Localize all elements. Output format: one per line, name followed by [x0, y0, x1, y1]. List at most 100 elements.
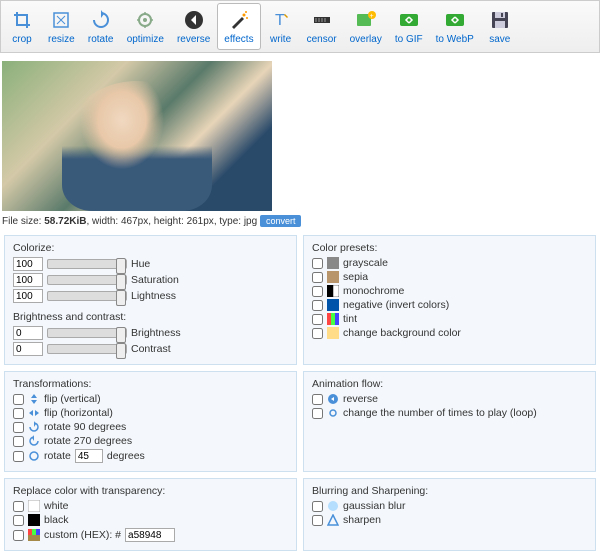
save-tool[interactable]: save — [481, 3, 519, 50]
animloop-check[interactable] — [312, 408, 323, 419]
saturation-input[interactable] — [13, 273, 43, 287]
monochrome-label: monochrome — [343, 285, 404, 297]
lightness-slider[interactable] — [47, 291, 127, 301]
resize-label: resize — [48, 34, 75, 45]
anim-panel: Animation flow: reverse change the numbe… — [303, 371, 596, 472]
transform-panel: Transformations: flip (vertical) flip (h… — [4, 371, 297, 472]
animreverse-icon — [327, 393, 339, 405]
animreverse-label: reverse — [343, 393, 378, 405]
rotate-label: rotate — [88, 34, 114, 45]
contrast-slider[interactable] — [47, 344, 127, 354]
blur-title: Blurring and Sharpening: — [312, 485, 587, 497]
rotcustom-label: rotate — [44, 450, 71, 462]
sharpen-check[interactable] — [312, 515, 323, 526]
grayscale-check[interactable] — [312, 258, 323, 269]
svg-text:T: T — [275, 12, 285, 29]
optimize-label: optimize — [127, 34, 164, 45]
blur-panel: Blurring and Sharpening: gaussian blur s… — [303, 478, 596, 551]
presets-panel: Color presets: grayscale sepia monochrom… — [303, 235, 596, 365]
animloop-icon — [327, 407, 339, 419]
hex-input[interactable] — [125, 528, 175, 542]
rot90-icon — [28, 421, 40, 433]
customhex-check[interactable] — [13, 530, 24, 541]
bgcolor-icon — [327, 327, 339, 339]
black-check[interactable] — [13, 515, 24, 526]
lightness-input[interactable] — [13, 289, 43, 303]
grayscale-label: grayscale — [343, 257, 388, 269]
overlay-icon: + — [354, 8, 378, 32]
crop-tool[interactable]: crop — [3, 3, 41, 50]
monochrome-check[interactable] — [312, 286, 323, 297]
colorize-panel: Colorize: Hue Saturation Lightness Brigh… — [4, 235, 297, 365]
customhex-label: custom (HEX): # — [44, 529, 121, 541]
replace-title: Replace color with transparency: — [13, 485, 288, 497]
bgcolor-label: change background color — [343, 327, 461, 339]
brightness-label: Brightness — [131, 327, 181, 339]
rotate-tool[interactable]: rotate — [82, 3, 120, 50]
rotcustom-check[interactable] — [13, 451, 24, 462]
file-height: 261px — [187, 216, 214, 227]
rotdeg-input[interactable] — [75, 449, 103, 463]
rot270-check[interactable] — [13, 436, 24, 447]
file-type: jpg — [244, 216, 257, 227]
brightness-input[interactable] — [13, 326, 43, 340]
censor-tool[interactable]: censor — [301, 3, 343, 50]
lightness-label: Lightness — [131, 290, 176, 302]
crop-icon — [10, 8, 34, 32]
negative-check[interactable] — [312, 300, 323, 311]
effects-tool[interactable]: effects — [217, 3, 260, 50]
togif-label: to GIF — [395, 34, 423, 45]
rot90-label: rotate 90 degrees — [44, 421, 126, 433]
brightness-slider[interactable] — [47, 328, 127, 338]
togif-icon — [397, 8, 421, 32]
write-tool[interactable]: Twrite — [262, 3, 300, 50]
white-label: white — [44, 500, 69, 512]
rot90-check[interactable] — [13, 422, 24, 433]
hue-input[interactable] — [13, 257, 43, 271]
fliph-check[interactable] — [13, 408, 24, 419]
toolbar: crop resize rotate optimize reverse effe… — [0, 0, 600, 53]
censor-label: censor — [307, 34, 337, 45]
reverse-icon — [182, 8, 206, 32]
rotcustom-icon — [28, 450, 40, 462]
file-info: File size: 58.72KiB, width: 467px, heigh… — [2, 215, 600, 227]
animreverse-check[interactable] — [312, 394, 323, 405]
towebp-tool[interactable]: to WebP — [430, 3, 480, 50]
white-icon — [28, 500, 40, 512]
animloop-label: change the number of times to play (loop… — [343, 407, 537, 419]
negative-icon — [327, 299, 339, 311]
tint-check[interactable] — [312, 314, 323, 325]
overlay-tool[interactable]: +overlay — [344, 3, 388, 50]
file-width: 467px — [121, 216, 148, 227]
optimize-tool[interactable]: optimize — [121, 3, 170, 50]
svg-text:+: + — [369, 13, 373, 20]
resize-icon — [49, 8, 73, 32]
replace-panel: Replace color with transparency: white b… — [4, 478, 297, 551]
write-icon: T — [269, 8, 293, 32]
image-preview — [2, 61, 272, 211]
flipv-label: flip (vertical) — [44, 393, 101, 405]
hue-slider[interactable] — [47, 259, 127, 269]
togif-tool[interactable]: to GIF — [389, 3, 429, 50]
saturation-slider[interactable] — [47, 275, 127, 285]
gaussian-label: gaussian blur — [343, 500, 405, 512]
resize-tool[interactable]: resize — [42, 3, 81, 50]
gaussian-check[interactable] — [312, 501, 323, 512]
flipv-check[interactable] — [13, 394, 24, 405]
white-check[interactable] — [13, 501, 24, 512]
contrast-input[interactable] — [13, 342, 43, 356]
contrast-label: Contrast — [131, 343, 171, 355]
optimize-icon — [133, 8, 157, 32]
reverse-tool[interactable]: reverse — [171, 3, 216, 50]
fliph-icon — [28, 407, 40, 419]
reverse-label: reverse — [177, 34, 210, 45]
bgcolor-check[interactable] — [312, 328, 323, 339]
black-icon — [28, 514, 40, 526]
sepia-check[interactable] — [312, 272, 323, 283]
rot270-label: rotate 270 degrees — [44, 435, 132, 447]
presets-title: Color presets: — [312, 242, 587, 254]
convert-button[interactable]: convert — [260, 215, 302, 227]
towebp-label: to WebP — [436, 34, 474, 45]
negative-label: negative (invert colors) — [343, 299, 449, 311]
save-label: save — [489, 34, 510, 45]
